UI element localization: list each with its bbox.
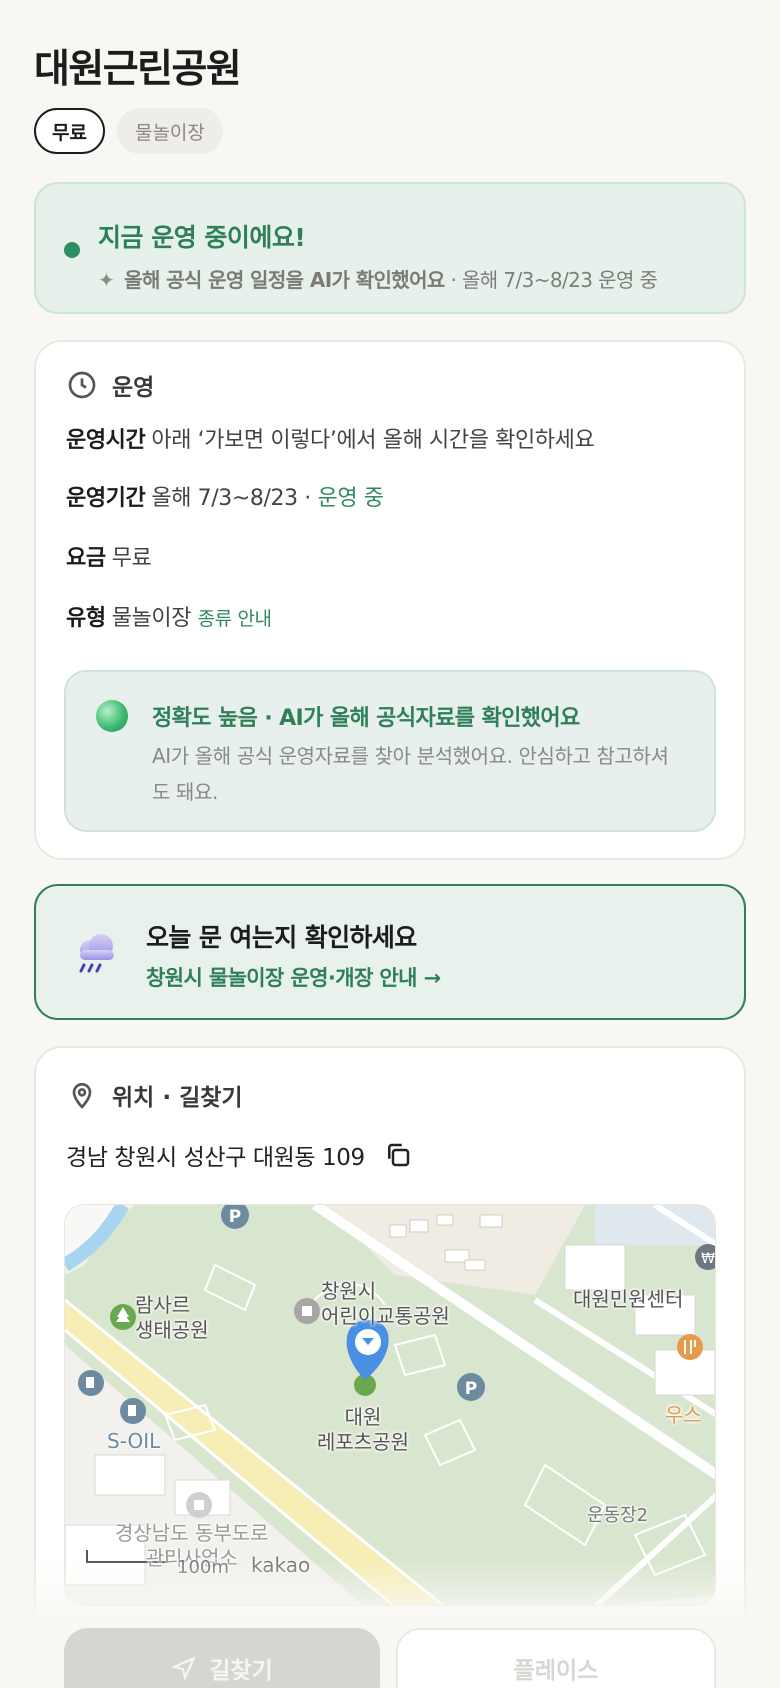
copy-icon[interactable] [383, 1140, 413, 1170]
map-label-ramsar-park: 람사르 생태공원 [135, 1293, 209, 1342]
period-label: 운영기간 [66, 486, 146, 511]
map-label-leports-park: 대원 레포츠공원 [317, 1405, 409, 1454]
sparkle-icon: ✦ [98, 268, 115, 292]
status-dot [64, 242, 80, 258]
period-note: · 올해 7/3~8/23 운영 중 [450, 268, 658, 292]
operating-status-banner: 지금 운영 중이에요! ✦ 올해 공식 운영 일정을 AI가 확인했어요 · 올해… [34, 182, 746, 314]
operation-header: 운영 [66, 368, 154, 402]
rain-cloud-icon [79, 934, 114, 973]
accuracy-box: 정확도 높음 · AI가 올해 공식자료를 확인했어요 AI가 올해 공식 운영… [64, 670, 716, 832]
chip-free[interactable]: 무료 [34, 108, 105, 154]
period-value: 올해 7/3~8/23 · [151, 486, 311, 511]
route-button[interactable]: 길찾기 [64, 1628, 380, 1688]
page-title: 대원근린공원 [34, 47, 242, 92]
ai-note: 올해 공식 운영 일정을 AI가 확인했어요 [124, 268, 445, 292]
type-guide-link[interactable]: 종류 안내 [198, 608, 272, 630]
type-label: 유형 [66, 606, 106, 631]
hours-value: 아래 ‘가보면 이렇다’에서 올해 시간을 확인하세요 [151, 428, 595, 453]
location-title: 위치 · 길찾기 [112, 1085, 243, 1111]
address-row: 경남 창원시 성산구 대원동 109 [66, 1138, 413, 1172]
map-label-traffic-park: 창원시 어린이교통공원 [321, 1279, 450, 1328]
map-label-field2: 운동장2 [587, 1505, 649, 1526]
map-label-soil: S-OIL [107, 1429, 161, 1453]
svg-text:P: P [229, 1207, 241, 1227]
location-pin-icon [72, 1083, 92, 1109]
location-header: 위치 · 길찾기 [66, 1078, 243, 1112]
tag-chips: 무료 물놀이장 [34, 108, 223, 154]
place-button[interactable]: 플레이스 [396, 1628, 716, 1688]
address-text: 경남 창원시 성산구 대원동 109 [66, 1145, 365, 1171]
type-row: 유형 물놀이장 종류 안내 [66, 600, 272, 632]
accuracy-title: 정확도 높음 · AI가 올해 공식자료를 확인했어요 [152, 706, 580, 731]
map-label-edge: 우스 [665, 1403, 702, 1427]
hours-row: 운영시간 아래 ‘가보면 이렇다’에서 올해 시간을 확인하세요 [66, 422, 595, 454]
status-headline: 지금 운영 중이에요! [98, 223, 306, 252]
type-value: 물놀이장 [111, 606, 192, 631]
route-button-label: 길찾기 [209, 1658, 273, 1684]
fee-value: 무료 [111, 546, 152, 571]
period-status: 운영 중 [317, 486, 384, 511]
map-view[interactable]: P P ₩ 람사르 생태공원 창원시 어린이교통공원 대원 레포츠공원 대원민원센터 … [64, 1204, 716, 1606]
place-button-label: 플레이스 [513, 1658, 599, 1684]
operation-card: 운영 운영시간 아래 ‘가보면 이렇다’에서 올해 시간을 확인하세요 운영기간 올… [34, 340, 746, 860]
navigation-arrow-icon [171, 1656, 197, 1681]
map-label-civil-center: 대원민원센터 [573, 1287, 684, 1311]
period-row: 운영기간 올해 7/3~8/23 · 운영 중 [66, 480, 384, 512]
notice-link[interactable]: 창원시 물놀이장 운영·개장 안내 → [146, 962, 441, 992]
status-subtext: ✦ 올해 공식 운영 일정을 AI가 확인했어요 · 올해 7/3~8/23 운영… [98, 264, 658, 293]
open-check-notice[interactable]: 오늘 문 여는지 확인하세요 창원시 물놀이장 운영·개장 안내 → [34, 884, 746, 1020]
fee-row: 요금 무료 [66, 540, 152, 572]
accuracy-orb-icon [96, 700, 128, 732]
fee-label: 요금 [66, 546, 106, 571]
chip-water-play[interactable]: 물놀이장 [116, 108, 223, 154]
svg-text:P: P [465, 1379, 477, 1399]
clock-icon [68, 371, 96, 399]
accuracy-description: AI가 올해 공식 운영자료를 찾아 분석했어요. 안심하고 참고하셔도 돼요. [152, 744, 669, 804]
operation-title: 운영 [112, 375, 155, 401]
hours-label: 운영시간 [66, 428, 146, 453]
svg-text:₩: ₩ [701, 1251, 715, 1267]
notice-title: 오늘 문 여는지 확인하세요 [146, 923, 417, 952]
